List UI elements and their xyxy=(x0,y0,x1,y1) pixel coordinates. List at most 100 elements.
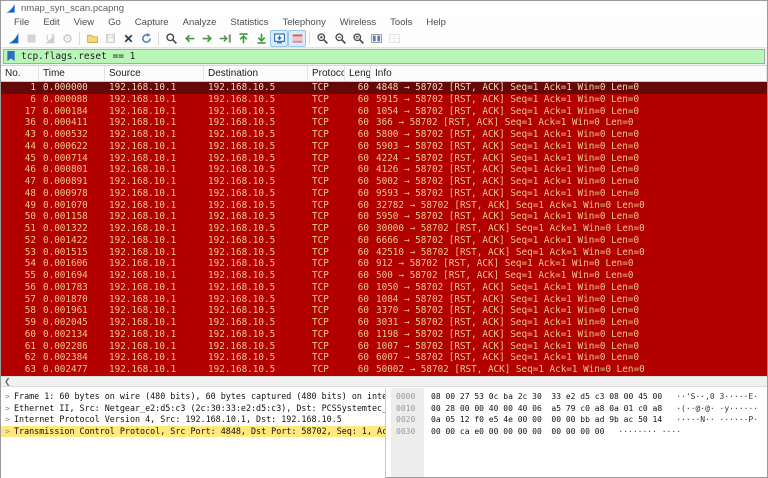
expand-chevron-icon[interactable]: > xyxy=(5,426,10,438)
auto-scroll-icon[interactable] xyxy=(270,30,288,47)
packet-row-60[interactable]: 600.002134192.168.10.1192.168.10.5TCP601… xyxy=(1,329,767,341)
packet-row-47[interactable]: 470.000891192.168.10.1192.168.10.5TCP605… xyxy=(1,176,767,188)
expand-chevron-icon[interactable]: > xyxy=(5,391,10,403)
packet-row-54[interactable]: 540.001606192.168.10.1192.168.10.5TCP609… xyxy=(1,258,767,270)
packet-row-55[interactable]: 550.001694192.168.10.1192.168.10.5TCP605… xyxy=(1,270,767,282)
cell-info: 5800 → 58702 [RST, ACK] Seq=1 Ack=1 Win=… xyxy=(371,129,767,141)
column-header-time[interactable]: Time xyxy=(39,66,105,81)
packet-row-52[interactable]: 520.001422192.168.10.1192.168.10.5TCP606… xyxy=(1,235,767,247)
packet-row-49[interactable]: 490.001070192.168.10.1192.168.10.5TCP603… xyxy=(1,200,767,212)
expand-chevron-icon[interactable]: > xyxy=(5,403,10,415)
packet-row-45[interactable]: 450.000714192.168.10.1192.168.10.5TCP604… xyxy=(1,153,767,165)
packet-list-header: No.TimeSourceDestinationProtocolLengthIn… xyxy=(1,66,767,82)
packet-row-53[interactable]: 530.001515192.168.10.1192.168.10.5TCP604… xyxy=(1,247,767,259)
hex-bytes[interactable]: 00 28 00 00 40 00 40 06 a5 79 c0 a8 0a 0… xyxy=(424,403,662,415)
detail-line[interactable]: >Ethernet II, Src: Netgear_e2:d5:c3 (2c:… xyxy=(1,403,385,415)
hex-bytes[interactable]: 08 00 27 53 0c ba 2c 30 33 e2 d5 c3 08 0… xyxy=(424,391,662,403)
menu-statistics[interactable]: Statistics xyxy=(223,17,275,28)
packet-row-63[interactable]: 630.002477192.168.10.1192.168.10.5TCP605… xyxy=(1,364,767,376)
packet-row-1[interactable]: 10.000000192.168.10.1192.168.10.5TCP6048… xyxy=(1,82,767,94)
close-file-icon[interactable] xyxy=(119,30,137,47)
hex-row-0010[interactable]: 001000 28 00 00 40 00 40 06 a5 79 c0 a8 … xyxy=(391,403,767,415)
hex-ascii[interactable]: ·····N·· ······P· xyxy=(662,414,758,426)
horizontal-scrollbar[interactable]: ❮ xyxy=(1,376,767,387)
zoom-out-icon[interactable] xyxy=(331,30,349,47)
packet-row-50[interactable]: 500.001158192.168.10.1192.168.10.5TCP605… xyxy=(1,211,767,223)
column-header-source[interactable]: Source xyxy=(105,66,204,81)
reload-file-icon[interactable] xyxy=(137,30,155,47)
detail-line[interactable]: >Frame 1: 60 bytes on wire (480 bits), 6… xyxy=(1,391,385,403)
column-header-destination[interactable]: Destination xyxy=(204,66,308,81)
packet-details-pane[interactable]: >Frame 1: 60 bytes on wire (480 bits), 6… xyxy=(1,388,386,478)
menu-capture[interactable]: Capture xyxy=(128,17,176,28)
open-file-icon[interactable] xyxy=(83,30,101,47)
zoom-reset-icon[interactable] xyxy=(349,30,367,47)
packet-row-56[interactable]: 560.001783192.168.10.1192.168.10.5TCP601… xyxy=(1,282,767,294)
packet-row-48[interactable]: 480.000978192.168.10.1192.168.10.5TCP609… xyxy=(1,188,767,200)
menu-tools[interactable]: Tools xyxy=(383,17,419,28)
packet-row-62[interactable]: 620.002384192.168.10.1192.168.10.5TCP606… xyxy=(1,352,767,364)
start-capture-icon[interactable] xyxy=(4,30,22,47)
hex-row-0000[interactable]: 000008 00 27 53 0c ba 2c 30 33 e2 d5 c3 … xyxy=(391,391,767,403)
previous-packet-icon[interactable] xyxy=(180,30,198,47)
packet-row-59[interactable]: 590.002045192.168.10.1192.168.10.5TCP603… xyxy=(1,317,767,329)
packet-row-57[interactable]: 570.001870192.168.10.1192.168.10.5TCP601… xyxy=(1,294,767,306)
menu-file[interactable]: File xyxy=(7,17,36,28)
packet-row-6[interactable]: 60.000088192.168.10.1192.168.10.5TCP6059… xyxy=(1,94,767,106)
cell-len: 60 xyxy=(345,305,371,317)
cell-src: 192.168.10.1 xyxy=(105,153,204,165)
resize-columns-icon[interactable] xyxy=(367,30,385,47)
display-filter-input[interactable]: tcp.flags.reset == 1 xyxy=(3,49,765,64)
next-packet-icon[interactable] xyxy=(198,30,216,47)
packet-row-46[interactable]: 460.000801192.168.10.1192.168.10.5TCP604… xyxy=(1,164,767,176)
hex-bytes[interactable]: 0a 05 12 f0 e5 4e 00 00 00 00 bb ad 9b a… xyxy=(424,414,662,426)
cell-pro: TCP xyxy=(308,258,345,270)
go-to-packet-icon[interactable] xyxy=(216,30,234,47)
hex-offset: 0000 xyxy=(391,391,424,403)
packet-list[interactable]: 10.000000192.168.10.1192.168.10.5TCP6048… xyxy=(1,82,767,376)
menu-view[interactable]: View xyxy=(67,17,101,28)
colorize-icon[interactable] xyxy=(288,30,306,47)
menu-wireless[interactable]: Wireless xyxy=(333,17,383,28)
filter-bookmark-icon[interactable] xyxy=(6,51,16,62)
first-packet-icon[interactable] xyxy=(234,30,252,47)
detail-line[interactable]: >Internet Protocol Version 4, Src: 192.1… xyxy=(1,414,385,426)
hex-bytes[interactable]: 00 00 ca e0 00 00 00 00 00 00 00 00 xyxy=(424,426,604,438)
column-header-info[interactable]: Info xyxy=(371,66,767,81)
filter-expression[interactable]: tcp.flags.reset == 1 xyxy=(21,51,135,62)
toolbar-separator xyxy=(158,32,159,45)
find-packet-icon[interactable] xyxy=(162,30,180,47)
menu-telephony[interactable]: Telephony xyxy=(275,17,332,28)
packet-row-44[interactable]: 440.000622192.168.10.1192.168.10.5TCP605… xyxy=(1,141,767,153)
packet-bytes-pane[interactable]: 000008 00 27 53 0c ba 2c 30 33 e2 d5 c3 … xyxy=(391,388,767,477)
cell-no: 54 xyxy=(1,258,39,270)
cell-info: 50002 → 58702 [RST, ACK] Seq=1 Ack=1 Win… xyxy=(371,364,767,376)
detail-line[interactable]: >Transmission Control Protocol, Src Port… xyxy=(1,426,385,438)
packet-row-36[interactable]: 360.000411192.168.10.1192.168.10.5TCP603… xyxy=(1,117,767,129)
stop-capture-icon xyxy=(22,30,40,47)
hex-row-0020[interactable]: 00200a 05 12 f0 e5 4e 00 00 00 00 bb ad … xyxy=(391,414,767,426)
cell-dst: 192.168.10.5 xyxy=(204,329,308,341)
hex-ascii[interactable]: ··'S··,0 3·····E· xyxy=(662,391,758,403)
menu-analyze[interactable]: Analyze xyxy=(176,17,224,28)
menu-edit[interactable]: Edit xyxy=(36,17,66,28)
packet-row-43[interactable]: 430.000532192.168.10.1192.168.10.5TCP605… xyxy=(1,129,767,141)
zoom-in-icon[interactable] xyxy=(313,30,331,47)
expand-chevron-icon[interactable]: > xyxy=(5,414,10,426)
packet-row-61[interactable]: 610.002286192.168.10.1192.168.10.5TCP601… xyxy=(1,341,767,353)
hex-ascii[interactable]: ········ ···· xyxy=(604,426,681,438)
last-packet-icon[interactable] xyxy=(252,30,270,47)
cell-pro: TCP xyxy=(308,141,345,153)
hex-row-0030[interactable]: 003000 00 ca e0 00 00 00 00 00 00 00 00·… xyxy=(391,426,767,438)
scroll-left-arrow-icon[interactable]: ❮ xyxy=(1,377,14,386)
packet-row-51[interactable]: 510.001322192.168.10.1192.168.10.5TCP603… xyxy=(1,223,767,235)
menu-help[interactable]: Help xyxy=(419,17,453,28)
hex-ascii[interactable]: ·(··@·@· ·y······ xyxy=(662,403,758,415)
column-header-no[interactable]: No. xyxy=(1,66,39,81)
packet-row-58[interactable]: 580.001961192.168.10.1192.168.10.5TCP603… xyxy=(1,305,767,317)
column-header-length[interactable]: Length xyxy=(345,66,371,81)
column-header-protocol[interactable]: Protocol xyxy=(308,66,345,81)
packet-row-17[interactable]: 170.000184192.168.10.1192.168.10.5TCP601… xyxy=(1,106,767,118)
cell-time: 0.001606 xyxy=(39,258,105,270)
menu-go[interactable]: Go xyxy=(101,17,128,28)
